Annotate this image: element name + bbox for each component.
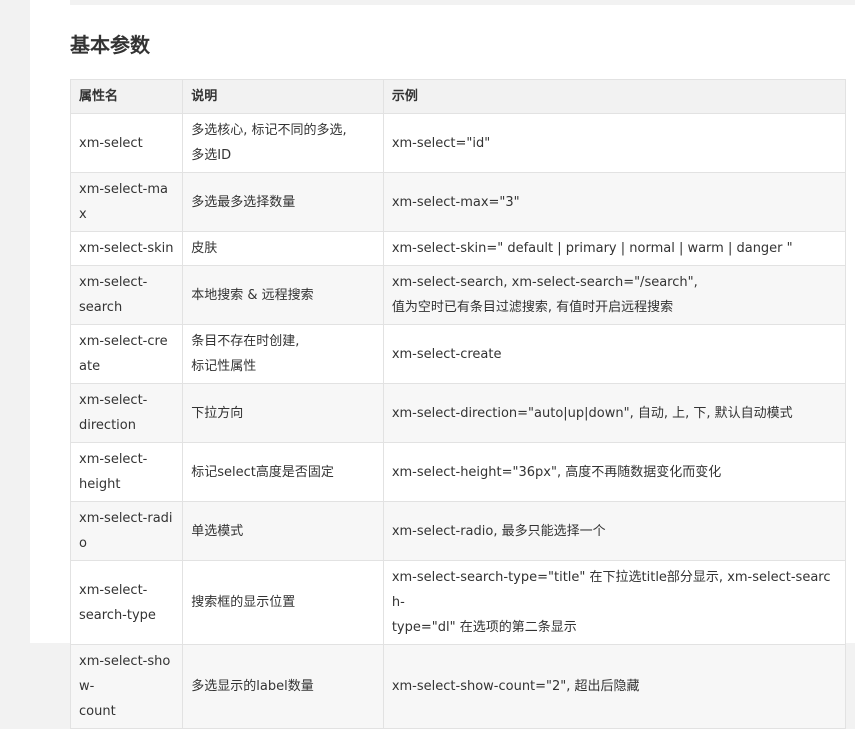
cell-attribute-name-line: xm-select-show-: [79, 654, 171, 694]
cell-example: xm-select-show-count="2", 超出后隐藏: [382, 644, 847, 729]
section-heading: 基本参数: [70, 33, 150, 57]
cell-attribute-name-line: xm-select-radio: [79, 511, 173, 551]
params-table: 属性名 说明 示例 xm-select 多选核心, 标记不同的多选, 多选ID xm-…: [69, 79, 847, 729]
cell-example-line: xm-select-search-type="title" 在下拉选title部…: [391, 570, 831, 610]
cell-example: xm-select-skin=" default | primary | nor…: [382, 231, 847, 266]
cell-example: xm-select-max="3": [382, 172, 847, 232]
cell-description-line: 单选模式: [191, 523, 244, 539]
table-row: xm-select-show-count 多选显示的label数量 xm-selec…: [69, 644, 847, 729]
cell-attribute-name-line: direction: [79, 418, 136, 433]
cell-description-line: 多选核心, 标记不同的多选,: [191, 123, 347, 138]
cell-attribute-name: xm-select-height: [69, 442, 184, 502]
cell-description-line: 标记select高度是否固定: [191, 464, 334, 480]
table-row: xm-select 多选核心, 标记不同的多选, 多选ID xm-select="id…: [69, 113, 847, 173]
cell-example-line: xm-select-direction="auto|up|down", 自动, …: [391, 405, 793, 421]
column-header-name: 属性名: [69, 79, 184, 114]
cell-example: xm-select-radio, 最多只能选择一个: [382, 501, 847, 561]
cell-attribute-name-line: xm-select-skin: [79, 241, 174, 256]
cell-description: 搜索框的显示位置: [182, 560, 384, 645]
cell-description-line: 标记性属性: [191, 359, 257, 374]
cell-example-line: xm-select-max="3": [391, 194, 520, 210]
cell-attribute-name: xm-select-direction: [69, 383, 184, 443]
cell-attribute-name: xm-select: [69, 113, 184, 173]
cell-attribute-name: xm-select-search-type: [69, 560, 184, 645]
cell-attribute-name: xm-select-search: [69, 265, 184, 325]
cell-description: 皮肤: [182, 231, 384, 266]
cell-description-line: 多选最多选择数量: [191, 194, 296, 210]
cell-attribute-name-line: height: [79, 477, 121, 492]
cell-description: 本地搜索 & 远程搜索: [182, 265, 384, 325]
cell-description: 多选最多选择数量: [182, 172, 384, 232]
cell-example-line: xm-select-show-count="2", 超出后隐藏: [391, 679, 640, 694]
table-row: xm-select-search 本地搜索 & 远程搜索 xm-select-sea…: [69, 265, 847, 325]
cell-attribute-name: xm-select-create: [69, 324, 184, 384]
cell-example-line: xm-select-height="36px", 高度不再随数据变化而变化: [391, 464, 722, 480]
cell-description-line: 搜索框的显示位置: [191, 595, 296, 610]
cell-description: 多选显示的label数量: [182, 644, 384, 729]
cell-attribute-name: xm-select-max: [69, 172, 184, 232]
cell-example-line: 值为空时已有条目过滤搜索, 有值时开启远程搜索: [391, 300, 674, 315]
cell-description: 条目不存在时创建, 标记性属性: [182, 324, 384, 384]
cell-description: 多选核心, 标记不同的多选, 多选ID: [182, 113, 384, 173]
cell-example: xm-select-create: [382, 324, 847, 384]
table-row: xm-select-height 标记select高度是否固定 xm-select-…: [69, 442, 847, 502]
cell-description-line: 下拉方向: [191, 405, 244, 421]
cell-attribute-name: xm-select-radio: [69, 501, 184, 561]
top-band: [70, 0, 855, 5]
table-row: xm-select-radio 单选模式 xm-select-radio, 最多只能…: [69, 501, 847, 561]
cell-description-line: 条目不存在时创建,: [191, 334, 300, 349]
cell-example: xm-select-search, xm-select-search="/sea…: [382, 265, 847, 325]
cell-example-line: xm-select-radio, 最多只能选择一个: [391, 523, 606, 539]
table-row: xm-select-create 条目不存在时创建, 标记性属性 xm-select-…: [69, 324, 847, 384]
cell-description: 下拉方向: [182, 383, 384, 443]
cell-attribute-name-line: xm-select-: [79, 393, 148, 408]
cell-description-line: 多选显示的label数量: [191, 679, 314, 694]
cell-attribute-name-line: xm-select-: [79, 275, 148, 290]
cell-attribute-name-line: xm-select-: [79, 582, 148, 598]
cell-attribute-name-line: xm-select-max: [79, 182, 168, 222]
cell-example: xm-select-direction="auto|up|down", 自动, …: [382, 383, 847, 443]
cell-example-line: type="dl" 在选项的第二条显示: [391, 620, 577, 635]
column-header-example: 示例: [382, 79, 847, 114]
cell-description-line: 皮肤: [191, 241, 218, 256]
table-row: xm-select-max 多选最多选择数量 xm-select-max="3": [69, 172, 847, 232]
cell-example-line: xm-select-search, xm-select-search="/sea…: [391, 275, 698, 290]
cell-attribute-name-line: search-type: [79, 607, 156, 623]
table-header-row: 属性名 说明 示例: [69, 79, 847, 114]
table-row: xm-select-direction 下拉方向 xm-select-directi…: [69, 383, 847, 443]
cell-attribute-name-line: count: [79, 704, 116, 719]
column-header-description: 说明: [182, 79, 384, 114]
cell-attribute-name: xm-select-skin: [69, 231, 184, 266]
cell-description-line: 本地搜索 & 远程搜索: [191, 287, 314, 303]
page: 基本参数 属性名 说明 示例 xm-select 多选核心, 标记不同的多选, 多选…: [30, 0, 855, 729]
cell-example-line: xm-select-skin=" default | primary | nor…: [391, 241, 793, 256]
cell-example-line: xm-select="id": [391, 135, 491, 151]
cell-attribute-name-line: xm-select-create: [79, 334, 168, 374]
table-row: xm-select-skin 皮肤 xm-select-skin=" default…: [69, 231, 847, 266]
cell-attribute-name: xm-select-show-count: [69, 644, 184, 729]
cell-example: xm-select-search-type="title" 在下拉选title部…: [382, 560, 847, 645]
cell-description: 单选模式: [182, 501, 384, 561]
cell-attribute-name-line: search: [79, 300, 123, 315]
cell-attribute-name-line: xm-select-: [79, 452, 148, 467]
cell-description-line: 多选ID: [191, 148, 232, 163]
cell-description: 标记select高度是否固定: [182, 442, 384, 502]
cell-example-line: xm-select-create: [391, 346, 502, 362]
cell-attribute-name-line: xm-select: [79, 135, 143, 151]
cell-example: xm-select="id": [382, 113, 847, 173]
cell-example: xm-select-height="36px", 高度不再随数据变化而变化: [382, 442, 847, 502]
table-body: xm-select 多选核心, 标记不同的多选, 多选ID xm-select="id…: [69, 113, 847, 729]
table-row: xm-select-search-type 搜索框的显示位置 xm-select-s…: [69, 560, 847, 645]
